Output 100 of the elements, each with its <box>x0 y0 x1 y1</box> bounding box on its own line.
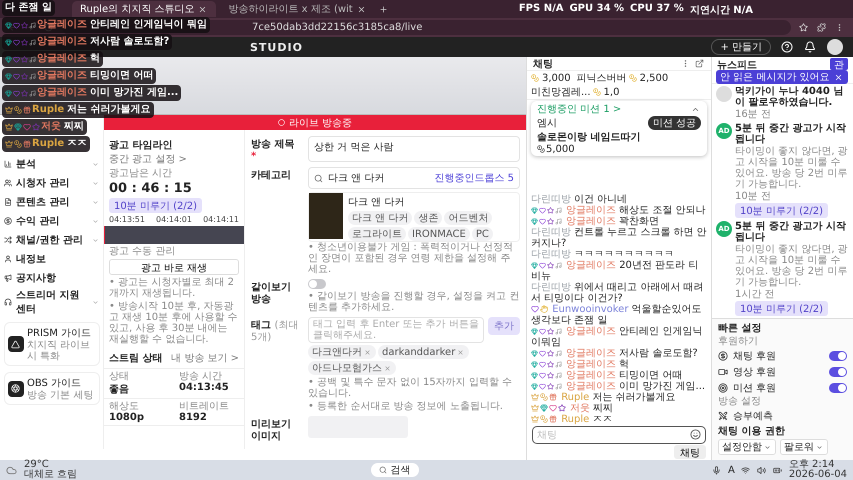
chat-message: 다린띠방 컨트롤 누르고 스크롤 하면 안커지나? <box>531 227 707 249</box>
user-avatar <box>716 86 732 102</box>
music-note-icon <box>555 372 562 379</box>
setting-label[interactable]: 승부예측 <box>733 408 773 422</box>
setting-toggle[interactable] <box>829 350 847 360</box>
taskbar-search[interactable]: 검색 <box>370 463 419 477</box>
delay-button[interactable]: 10분 미루기 (2/2) <box>735 203 828 218</box>
delay-button[interactable]: 10분 미루기 (2/2) <box>735 301 828 316</box>
gift-icon <box>549 393 557 402</box>
new-tab-icon <box>378 4 388 14</box>
tag-input[interactable]: 태그 입력 후 Enter 또는 추가 버튼을 클릭해주세요. <box>308 317 484 343</box>
mission-header[interactable]: 진행중인 미션 1 > <box>537 102 622 116</box>
clock-date: 2026-06-04 <box>788 470 847 480</box>
mission-status: 미션 성공 <box>648 116 701 130</box>
diamond-icon <box>5 56 12 62</box>
star-badge-icon <box>547 328 554 335</box>
sidebar-item[interactable]: 채널/권한 관리 <box>4 231 100 249</box>
star-badge-icon <box>558 404 566 412</box>
sidebar-item[interactable]: 내정보 <box>4 250 100 268</box>
send-button[interactable]: 채팅 <box>674 445 706 459</box>
stat-label: 상태 <box>109 371 130 382</box>
diamond-icon <box>5 38 12 46</box>
triangle-icon <box>11 340 20 348</box>
tag-chip[interactable]: darkanddarker <box>378 345 470 359</box>
field-label: 방송 제목 * <box>251 138 296 163</box>
section-title: 광고 타임라인 <box>109 139 172 152</box>
chat-message: 앙글레이즈 저사람 솔로도함? <box>531 348 707 359</box>
overlay-chat-message: 앙글레이즈 저사람 솔로도함? <box>2 34 172 50</box>
target-icon <box>718 382 728 392</box>
diamond-icon <box>5 90 12 96</box>
tag-chip[interactable]: 아드나모험가스 <box>308 361 396 375</box>
news-time: 16분 전 <box>735 109 772 120</box>
guide-title: OBS 가이드 <box>27 377 82 390</box>
setting-toggle[interactable] <box>829 382 847 392</box>
tag-chip[interactable]: 다크앤다커 <box>308 345 376 359</box>
coin-icon <box>592 88 601 96</box>
browser-tab[interactable]: 방송하이라이트 x 제조 (wit <box>220 1 375 17</box>
clock-time: 오후 2:14 <box>788 460 835 470</box>
news-title: 5분 뒤 중간 광고가 시작됩니다 <box>735 221 847 243</box>
setting-toggle[interactable] <box>829 366 847 376</box>
ad-settings-link[interactable]: 중간 광고 설정 > <box>109 152 187 166</box>
stat-value: 좋음 <box>109 383 130 396</box>
hand-icon <box>540 305 548 314</box>
menu-item-icon <box>4 274 12 282</box>
sidebar-item[interactable]: 스트리머 지원센터 <box>4 288 100 316</box>
game-name: 다크 앤 다커 <box>348 196 406 209</box>
crown-icon <box>531 415 539 424</box>
sidebar-item[interactable]: 시청자 관리 <box>4 174 100 192</box>
profile-avatar[interactable] <box>827 39 843 55</box>
chat-message: 저웃 찌찌 <box>531 403 707 414</box>
setting-label: 채팅 후원 <box>733 350 776 362</box>
performance-stat: GPU 34 % <box>569 3 624 16</box>
sidebar-item[interactable]: 콘텐츠 관리 <box>4 193 100 211</box>
diamond-icon <box>540 404 548 412</box>
co-viewing-toggle[interactable] <box>308 279 326 289</box>
delay-button[interactable]: 10분 미루기 (2/2) <box>109 198 202 213</box>
overlay-chat-message: 다 존잼 일 <box>2 0 55 16</box>
newsfeed-title: 뉴스피드 <box>717 60 757 71</box>
play-ad-button[interactable]: 광고 바로 재생 <box>109 259 239 275</box>
crown-icon <box>5 123 13 131</box>
category-field[interactable]: 다크 앤 다커 진행중인드롭스 5 <box>308 167 520 189</box>
coin-icon <box>540 415 548 424</box>
star-badge-icon <box>32 123 40 131</box>
section-title: 스트림 상태 <box>109 352 162 365</box>
manual-label: 광고 수동 관리 <box>109 246 176 257</box>
game-tag: 로그라이트 <box>348 227 406 241</box>
browser-tab[interactable]: Ruple의 치지직 스튜디오 <box>72 1 216 17</box>
star-badge-icon <box>547 372 554 379</box>
help-icon <box>781 41 793 53</box>
music-note-icon <box>555 382 562 390</box>
menu-item-icon <box>4 179 12 187</box>
chevron-down-icon <box>92 160 99 168</box>
news-time: 1시간 전 <box>735 289 776 300</box>
my-stream-link[interactable]: 내 방송 보기 > <box>171 351 239 365</box>
guide-card[interactable]: OBS 가이드 방송 기본 세팅 <box>4 372 100 405</box>
music-note-icon <box>555 218 562 225</box>
stat-value: 1080p <box>109 412 145 423</box>
guide-subtitle: 치지직 라이브시 특화 <box>27 340 92 362</box>
overlay-chat-message: 앙글레이즈 헉 <box>2 51 103 67</box>
music-note-icon <box>555 360 562 368</box>
coin-icon <box>540 393 548 402</box>
permission-select[interactable]: 설정안함 <box>718 439 776 455</box>
title-field[interactable]: 상한 거 먹은 사람 <box>308 136 520 162</box>
sidebar-item[interactable]: 분석 <box>4 155 100 173</box>
gift-icon <box>549 415 557 424</box>
diamond-icon <box>531 372 538 379</box>
diamond-icon <box>5 72 12 80</box>
guide-card[interactable]: PRISM 가이드 치지직 라이브시 특화 <box>4 322 100 366</box>
chevron-down-icon <box>92 218 99 224</box>
permission-select[interactable]: 팔로워 <box>780 439 828 455</box>
read-button[interactable]: 관 <box>830 58 848 70</box>
diamond-icon <box>531 360 538 368</box>
gift-icon <box>23 140 31 148</box>
game-tag: 다크 앤 다커 <box>348 211 412 225</box>
create-button[interactable]: + 만들기 <box>711 39 771 55</box>
overlay-chat-message: Ruple ㅈㅈ <box>2 136 90 152</box>
sidebar-item[interactable]: 수익 관리 <box>4 212 100 230</box>
chat-input[interactable]: 채팅 <box>532 426 706 444</box>
sidebar-item[interactable]: 공지사항 <box>4 269 100 287</box>
ime-indicator[interactable]: A <box>728 464 735 476</box>
